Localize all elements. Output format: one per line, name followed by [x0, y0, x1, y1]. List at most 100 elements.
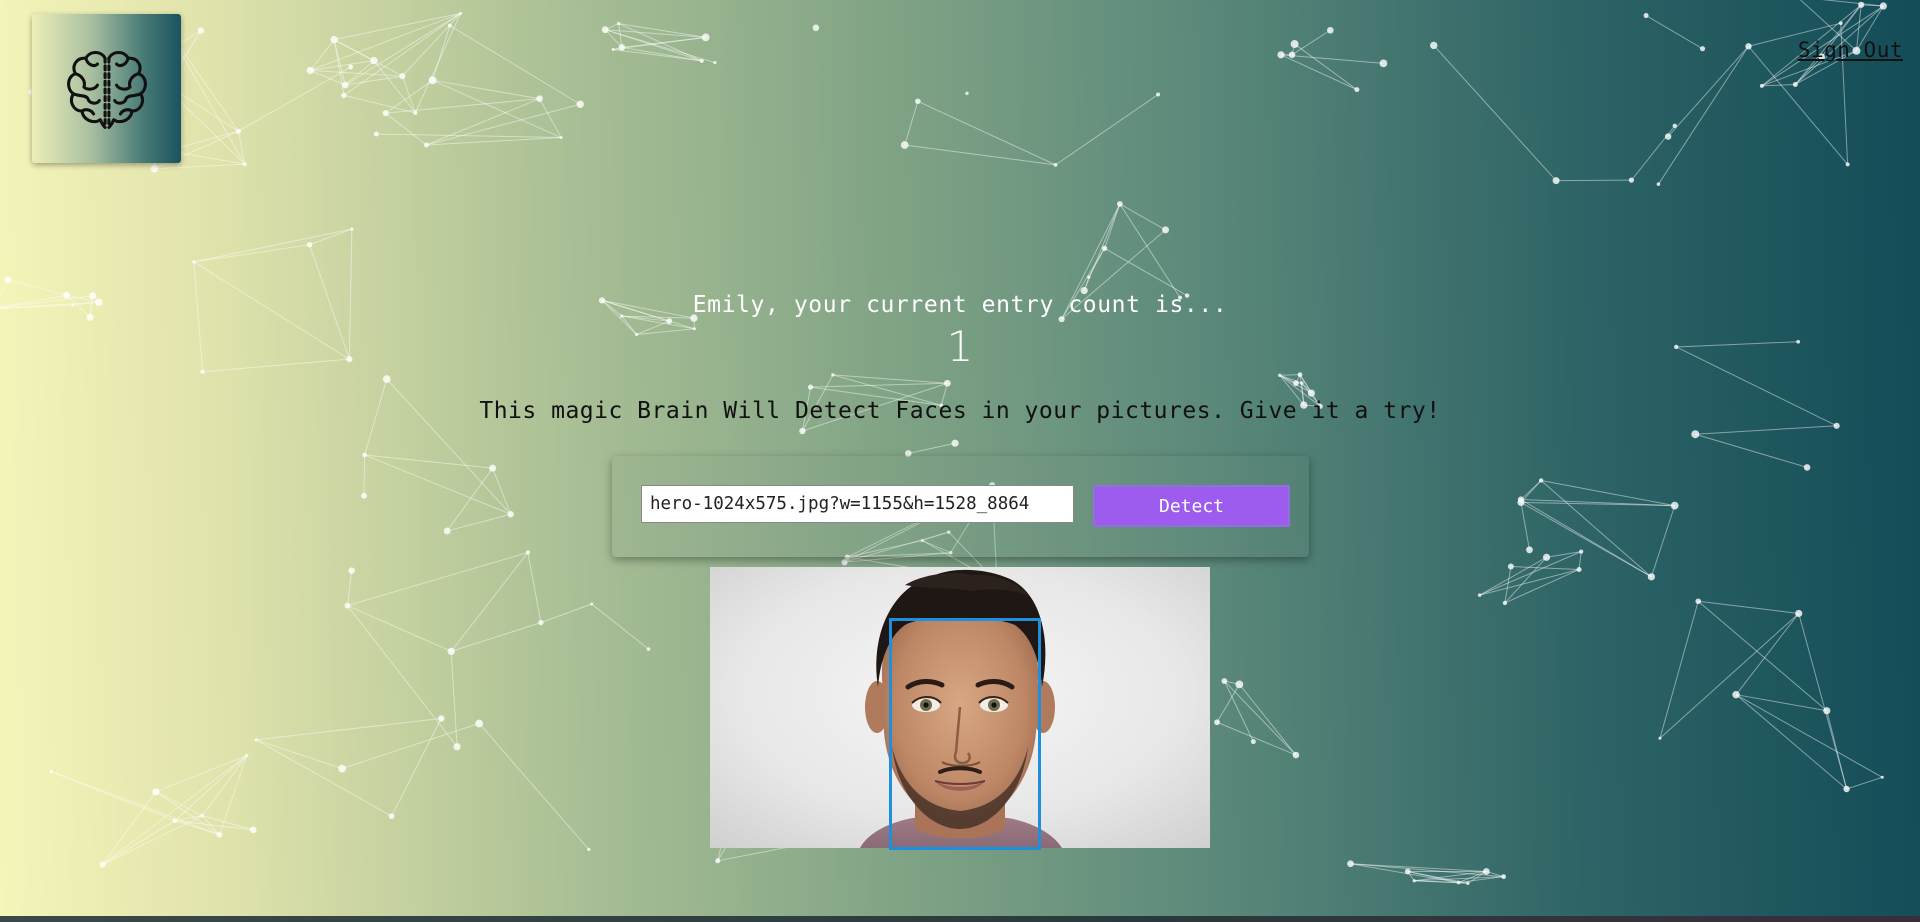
network-link — [1223, 680, 1297, 756]
network-node — [538, 620, 544, 626]
network-link — [478, 723, 590, 850]
network-link — [1695, 425, 1837, 435]
network-node — [618, 44, 626, 51]
network-link — [391, 718, 442, 817]
network-link — [539, 98, 562, 138]
network-link — [347, 605, 452, 652]
network-link — [618, 23, 706, 38]
network-node — [1053, 162, 1058, 167]
network-node — [1327, 26, 1334, 34]
network-node — [489, 464, 497, 472]
network-node — [1288, 51, 1296, 59]
bottom-edge — [0, 916, 1920, 922]
network-node — [197, 27, 205, 34]
network-node — [370, 56, 378, 65]
network-node — [841, 559, 848, 566]
network-node — [616, 21, 621, 26]
network-node — [447, 23, 452, 28]
network-node — [1116, 201, 1123, 207]
network-node — [150, 164, 159, 173]
face-bounding-box — [889, 618, 1041, 850]
network-node — [1501, 874, 1507, 880]
network-link — [492, 467, 512, 515]
network-node — [49, 769, 54, 774]
network-node — [1879, 2, 1887, 10]
network-link — [540, 603, 592, 624]
network-link — [450, 552, 529, 652]
network-node — [438, 715, 445, 722]
network-link — [908, 442, 956, 454]
network-link — [343, 94, 416, 114]
network-link — [426, 98, 540, 146]
network-node — [443, 527, 451, 535]
network-link — [1119, 203, 1166, 231]
network-link — [1658, 46, 1749, 185]
sign-out-link[interactable]: Sign Out — [1798, 38, 1903, 62]
network-node — [1795, 609, 1803, 618]
network-link — [1238, 684, 1297, 756]
network-link — [591, 603, 649, 650]
network-node — [1430, 41, 1438, 50]
network-node — [1292, 751, 1300, 759]
network-link — [1695, 433, 1808, 468]
network-node — [799, 427, 806, 435]
network-link — [1216, 721, 1297, 756]
network-node — [348, 64, 354, 70]
network-node — [1299, 381, 1304, 385]
detect-button[interactable]: Detect — [1093, 485, 1290, 527]
network-node — [1379, 59, 1388, 68]
logo-card[interactable] — [32, 14, 181, 163]
network-link — [527, 552, 542, 623]
network-link — [1433, 45, 1557, 181]
network-link — [346, 570, 353, 606]
network-node — [1235, 680, 1244, 689]
network-node — [341, 92, 347, 99]
network-link — [193, 244, 310, 263]
network-link — [451, 622, 542, 652]
network-node — [601, 26, 609, 34]
network-node — [525, 550, 531, 555]
network-link — [364, 454, 511, 515]
network-node — [701, 33, 710, 42]
network-link — [1846, 776, 1883, 790]
network-node — [715, 858, 721, 864]
network-link — [1645, 15, 1703, 50]
network-link — [364, 454, 493, 469]
network-node — [338, 764, 346, 773]
network-link — [376, 133, 562, 139]
network-node — [1307, 389, 1316, 397]
network-link — [154, 163, 245, 170]
network-link — [193, 228, 352, 263]
network-node — [1695, 598, 1702, 605]
network-link — [446, 467, 494, 532]
network-node — [1552, 177, 1560, 185]
network-node — [590, 602, 594, 606]
network-link — [347, 551, 529, 607]
network-node — [1759, 83, 1764, 88]
network-link — [904, 101, 919, 146]
network-node — [1477, 593, 1482, 597]
network-link — [426, 103, 581, 146]
network-link — [1659, 601, 1699, 739]
network-link — [401, 75, 416, 113]
network-node — [713, 60, 717, 65]
network-node — [1732, 690, 1740, 699]
network-node — [1542, 553, 1551, 561]
image-url-input[interactable] — [641, 485, 1074, 523]
network-link — [1294, 43, 1358, 91]
network-link — [333, 39, 375, 62]
network-node — [475, 719, 484, 728]
network-node — [413, 110, 418, 115]
network-node — [1347, 860, 1354, 868]
network-link — [1055, 94, 1159, 166]
brain-icon — [66, 50, 147, 129]
network-node — [306, 242, 313, 248]
network-link — [810, 382, 948, 388]
network-node — [200, 813, 205, 818]
network-node — [1880, 775, 1884, 779]
entry-count-greeting: Emily, your current entry count is... — [692, 292, 1228, 318]
network-link — [432, 79, 562, 138]
network-link — [1798, 613, 1848, 790]
network-node — [1656, 182, 1661, 186]
network-node — [447, 647, 455, 656]
